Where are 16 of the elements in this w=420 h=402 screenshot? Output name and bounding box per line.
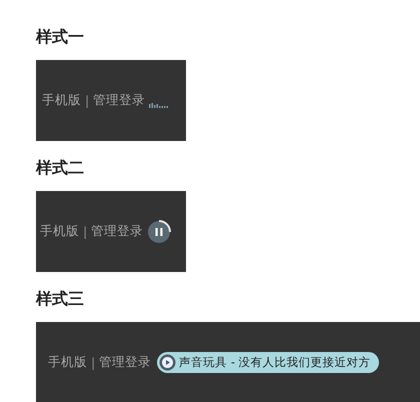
separator: | bbox=[91, 355, 96, 370]
track-title: 声音玩具 - 没有人比我们更接近对方 bbox=[179, 355, 371, 370]
mobile-link[interactable]: 手机版 bbox=[48, 354, 87, 371]
pause-button[interactable] bbox=[147, 220, 172, 244]
section-heading: 样式二 bbox=[36, 157, 85, 179]
play-icon bbox=[159, 354, 176, 371]
separator: | bbox=[85, 93, 90, 108]
admin-login-link[interactable]: 管理登录 bbox=[93, 92, 146, 109]
mobile-link[interactable]: 手机版 bbox=[40, 223, 79, 240]
section-heading: 样式三 bbox=[36, 288, 85, 310]
admin-login-link[interactable]: 管理登录 bbox=[99, 354, 152, 371]
separator: | bbox=[83, 224, 88, 239]
now-playing-pill[interactable]: 声音玩具 - 没有人比我们更接近对方 bbox=[157, 352, 379, 373]
mobile-link[interactable]: 手机版 bbox=[42, 92, 81, 109]
admin-login-link[interactable]: 管理登录 bbox=[91, 223, 144, 240]
section-heading: 样式一 bbox=[36, 26, 85, 48]
